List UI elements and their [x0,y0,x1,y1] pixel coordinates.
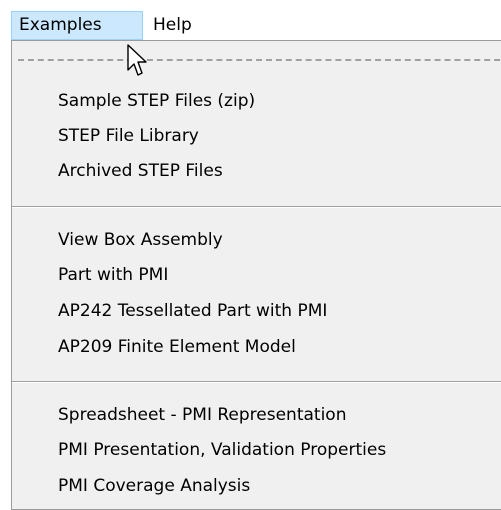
menu-item-ap242-tessellated[interactable]: AP242 Tessellated Part with PMI [58,296,327,326]
menu-item-step-file-library[interactable]: STEP File Library [58,121,199,151]
menu-item-archived-step-files[interactable]: Archived STEP Files [58,156,223,186]
menu-bar: Examples Help [0,0,501,42]
tearoff-line[interactable] [18,59,501,61]
menu-separator [12,206,501,208]
menu-separator [12,381,501,383]
mouse-cursor-icon [127,44,147,76]
menu-item-ap209-finite-element[interactable]: AP209 Finite Element Model [58,332,296,362]
menu-item-part-with-pmi[interactable]: Part with PMI [58,260,168,290]
menu-item-sample-step-files[interactable]: Sample STEP Files (zip) [58,86,255,116]
menu-examples[interactable]: Examples [11,11,143,40]
examples-dropdown-menu: Sample STEP Files (zip) STEP File Librar… [11,40,501,510]
menu-item-view-box-assembly[interactable]: View Box Assembly [58,225,223,255]
menu-help[interactable]: Help [146,11,216,40]
menu-item-pmi-coverage-analysis[interactable]: PMI Coverage Analysis [58,471,250,501]
menu-item-pmi-presentation-validation[interactable]: PMI Presentation, Validation Properties [58,435,386,465]
menu-item-spreadsheet-pmi-representation[interactable]: Spreadsheet - PMI Representation [58,400,346,430]
